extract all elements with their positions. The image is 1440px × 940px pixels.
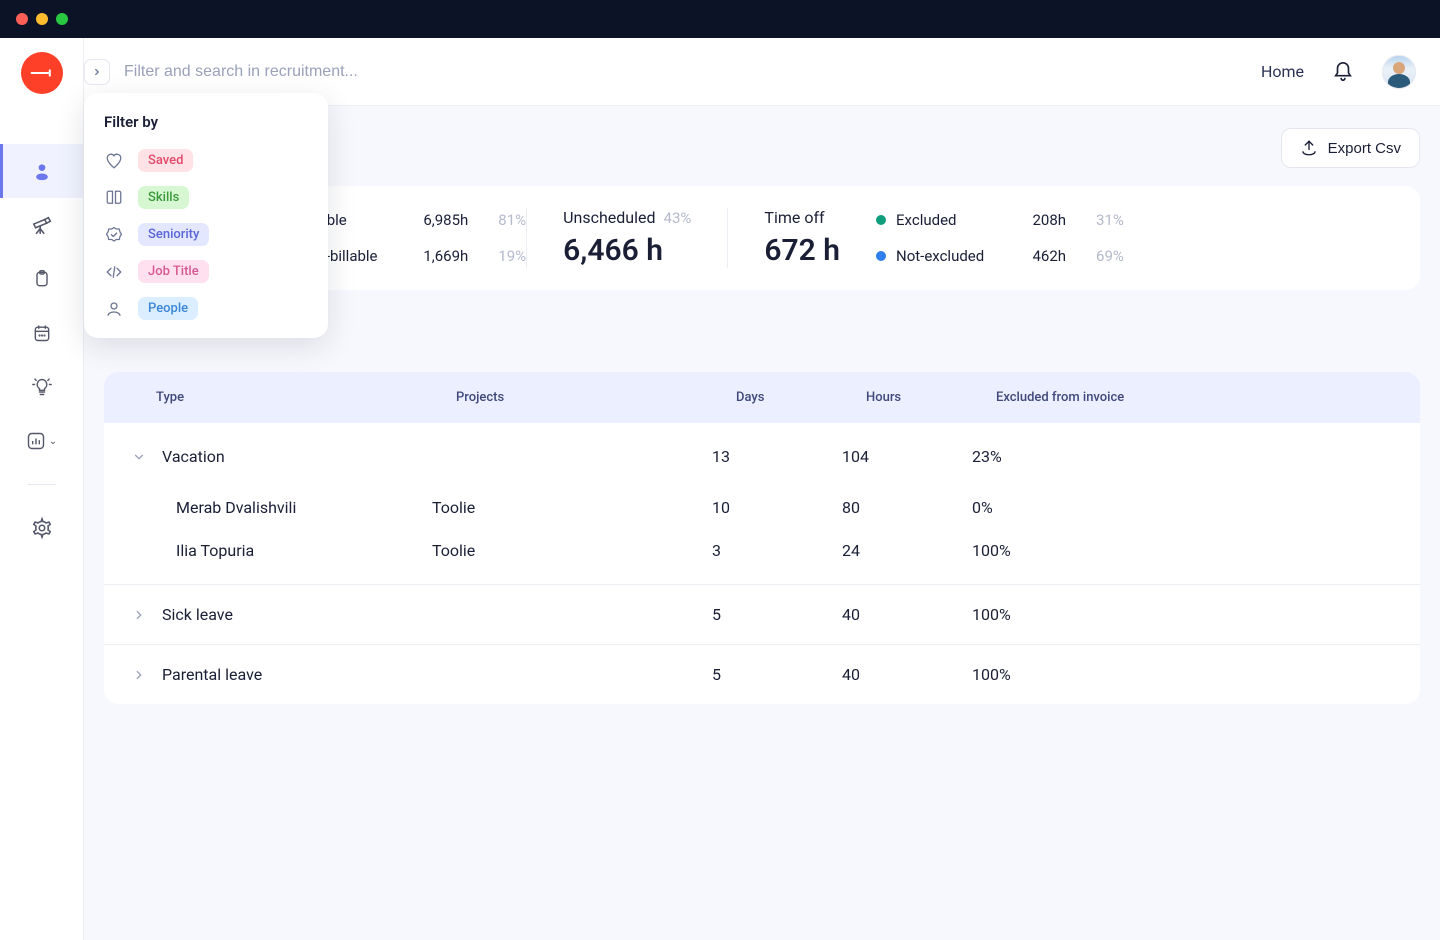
chip-people: People bbox=[138, 297, 198, 320]
row-days: 5 bbox=[712, 665, 842, 684]
row-type: Ilia Topuria bbox=[176, 541, 254, 560]
brand-logo[interactable] bbox=[21, 52, 63, 94]
home-link[interactable]: Home bbox=[1261, 62, 1304, 81]
legend-nonbillable-pct: 19% bbox=[498, 247, 526, 265]
filter-item-saved[interactable]: Saved bbox=[104, 149, 308, 172]
table-row[interactable]: Ilia Topuria Toolie 3 24 100% bbox=[104, 529, 1420, 584]
window-minimize-icon[interactable] bbox=[36, 13, 48, 25]
nav-telescope[interactable] bbox=[0, 198, 83, 252]
row-hours: 24 bbox=[842, 541, 972, 560]
row-projects: Toolie bbox=[432, 541, 712, 560]
th-type[interactable]: Type bbox=[156, 390, 456, 405]
window-close-icon[interactable] bbox=[16, 13, 28, 25]
metric-timeoff-value: 672 h bbox=[764, 233, 840, 268]
table-row[interactable]: Parental leave 5 40 100% bbox=[104, 644, 1420, 704]
dot-icon bbox=[876, 215, 886, 225]
legend-nonbillable-value: 1,669h bbox=[408, 247, 468, 265]
legend-notexcluded-label: Not-excluded bbox=[896, 247, 996, 265]
dot-icon bbox=[876, 251, 886, 261]
row-type: Merab Dvalishvili bbox=[176, 498, 296, 517]
chip-skills: Skills bbox=[138, 186, 189, 209]
nav-settings[interactable] bbox=[0, 501, 83, 555]
legend-billable-pct: 81% bbox=[498, 211, 526, 229]
nav-people[interactable] bbox=[0, 144, 83, 198]
nav-divider bbox=[28, 484, 56, 485]
filter-title: Filter by bbox=[104, 113, 308, 131]
nav-reports[interactable]: ⌄ bbox=[0, 414, 83, 468]
filter-item-seniority[interactable]: Seniority bbox=[104, 223, 308, 246]
export-label: Export Csv bbox=[1328, 140, 1401, 157]
legend-notexcluded-pct: 69% bbox=[1096, 247, 1124, 265]
chip-jobtitle: Job Title bbox=[138, 260, 209, 283]
row-excluded: 100% bbox=[972, 665, 1420, 684]
metric-timeoff-label: Time off bbox=[764, 208, 824, 227]
titlebar bbox=[0, 0, 1440, 38]
timeoff-table: Type Projects Days Hours Excluded from i… bbox=[104, 372, 1420, 704]
legend-excluded-pct: 31% bbox=[1096, 211, 1124, 229]
metric-unscheduled-value: 6,466 h bbox=[563, 233, 691, 268]
chevron-right-button[interactable] bbox=[84, 59, 110, 85]
nav-lightbulb[interactable] bbox=[0, 360, 83, 414]
chevron-down-icon[interactable] bbox=[132, 450, 148, 464]
chevron-right-icon[interactable] bbox=[132, 608, 148, 622]
row-days: 10 bbox=[712, 498, 842, 517]
avatar[interactable] bbox=[1382, 55, 1416, 89]
th-hours[interactable]: Hours bbox=[866, 390, 996, 405]
row-hours: 40 bbox=[842, 605, 972, 624]
row-excluded: 0% bbox=[972, 498, 1420, 517]
window-maximize-icon[interactable] bbox=[56, 13, 68, 25]
metric-unscheduled-label: Unscheduled bbox=[563, 208, 655, 227]
row-projects: Toolie bbox=[432, 498, 712, 517]
filter-item-skills[interactable]: Skills bbox=[104, 186, 308, 209]
th-excluded[interactable]: Excluded from invoice bbox=[996, 390, 1420, 405]
person-icon bbox=[104, 300, 124, 318]
bell-icon[interactable] bbox=[1332, 61, 1354, 83]
upload-icon bbox=[1300, 139, 1318, 157]
row-days: 5 bbox=[712, 605, 842, 624]
legend-excluded-label: Excluded bbox=[896, 211, 996, 229]
table-row[interactable]: Sick leave 5 40 100% bbox=[104, 584, 1420, 644]
export-csv-button[interactable]: Export Csv bbox=[1281, 128, 1420, 168]
chevron-right-icon[interactable] bbox=[132, 668, 148, 682]
filter-item-jobtitle[interactable]: Job Title bbox=[104, 260, 308, 283]
badge-icon bbox=[104, 226, 124, 244]
row-type: Parental leave bbox=[162, 665, 262, 684]
search-input[interactable] bbox=[124, 63, 1261, 81]
chip-seniority: Seniority bbox=[138, 223, 209, 246]
row-excluded: 23% bbox=[972, 447, 1420, 466]
th-days[interactable]: Days bbox=[736, 390, 866, 405]
row-type: Vacation bbox=[162, 447, 225, 466]
chevron-down-icon: ⌄ bbox=[49, 436, 57, 447]
legend-billable-value: 6,985h bbox=[408, 211, 468, 229]
row-excluded: 100% bbox=[972, 605, 1420, 624]
row-days: 13 bbox=[712, 447, 842, 466]
filter-popover: Filter by Saved Skills bbox=[84, 93, 328, 338]
chip-saved: Saved bbox=[138, 149, 193, 172]
row-hours: 80 bbox=[842, 498, 972, 517]
table-row[interactable]: Vacation 13 104 23% bbox=[104, 423, 1420, 486]
book-icon bbox=[104, 189, 124, 207]
nav-clipboard[interactable] bbox=[0, 252, 83, 306]
heart-icon bbox=[104, 152, 124, 170]
row-hours: 104 bbox=[842, 447, 972, 466]
row-excluded: 100% bbox=[972, 541, 1420, 560]
nav-calendar[interactable] bbox=[0, 306, 83, 360]
legend-excluded-value: 208h bbox=[1006, 211, 1066, 229]
row-hours: 40 bbox=[842, 665, 972, 684]
code-icon bbox=[104, 263, 124, 281]
legend-notexcluded-value: 462h bbox=[1006, 247, 1066, 265]
row-type: Sick leave bbox=[162, 605, 233, 624]
th-projects[interactable]: Projects bbox=[456, 390, 736, 405]
table-row[interactable]: Merab Dvalishvili Toolie 10 80 0% bbox=[104, 486, 1420, 529]
metric-unscheduled-pct: 43% bbox=[664, 209, 692, 227]
filter-item-people[interactable]: People bbox=[104, 297, 308, 320]
sidebar: ⌄ bbox=[0, 38, 84, 940]
row-days: 3 bbox=[712, 541, 842, 560]
